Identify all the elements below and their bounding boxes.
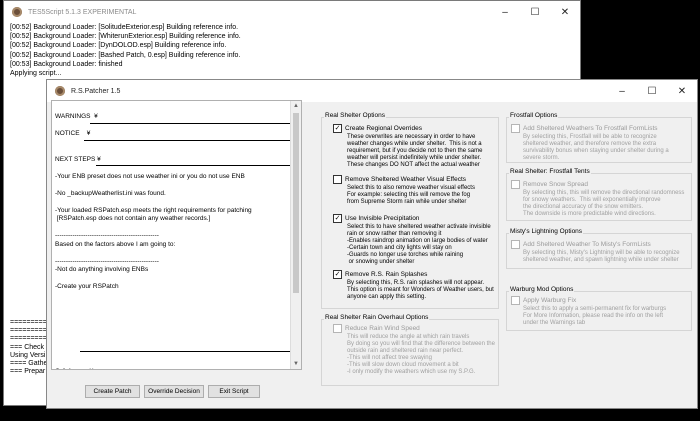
main-titlebar: R.S.Patcher 1.5 – ☐ ✕ [47,80,697,102]
log-line: [00:53] Background Loader: finished [10,60,123,68]
invisible-precipitation-checkbox[interactable]: ✓ Use Invisible Precipitation [333,214,419,223]
group-title: Warburg Mod Options [509,286,575,293]
minimize-icon[interactable]: – [490,1,520,23]
create-patch-button[interactable]: Create Patch [85,385,140,398]
close-icon[interactable]: ✕ [667,80,697,102]
scroll-down-icon[interactable]: ▼ [291,359,301,369]
option-description: Select this to apply a semi-permanent fi… [523,306,667,327]
option-description: By selecting this, Frostfall will be abl… [523,134,669,162]
app-icon [55,86,65,96]
remove-visual-effects-checkbox[interactable]: Remove Sheltered Weather Visual Effects [333,175,466,184]
option-description: Select this to also remove weather visua… [347,185,475,206]
log-bottom-lines: ========= ========= ========= === Check … [10,319,50,376]
log-line: [00:52] Background Loader: [Bashed Patch… [10,51,241,59]
maximize-icon[interactable]: ☐ [520,1,550,23]
option-description: By selecting this, Misty's Lightning wil… [523,250,680,264]
checkbox-icon[interactable] [333,175,342,184]
rs-patcher-window: R.S.Patcher 1.5 – ☐ ✕ WARNINGS ¥ NOTICE … [46,79,698,409]
exit-script-button[interactable]: Exit Script [208,385,260,398]
maximize-icon[interactable]: ☐ [637,80,667,102]
close-icon[interactable]: ✕ [550,1,580,23]
checkbox-checked-icon[interactable]: ✓ [333,214,342,223]
scrollbar-thumb[interactable] [293,113,299,293]
app-icon [12,7,22,17]
checkbox-icon[interactable] [511,240,520,249]
checkbox-icon[interactable] [511,296,520,305]
log-line: ========= [10,327,47,335]
checkbox-icon[interactable] [333,324,342,333]
group-title: Real Shelter Rain Overhaul Options [324,314,430,321]
group-title: Real Shelter Options [324,112,386,119]
log-line: ==== Gather [10,360,50,368]
checkbox-icon[interactable] [511,124,520,133]
reduce-rain-wind-speed-checkbox[interactable]: Reduce Rain Wind Speed [333,324,420,333]
checkbox-icon[interactable] [511,180,520,189]
checkbox-checked-icon[interactable]: ✓ [333,270,342,279]
log-line: Using Versi [10,351,46,359]
log-line: [00:52] Background Loader: [DynDOLOD.esp… [10,42,227,50]
vertical-scrollbar[interactable]: ▲ ▼ [290,101,301,369]
log-line: Applying script... [10,70,62,78]
group-title: Real Shelter: Frostfall Tents [509,168,591,175]
log-line: ========= [10,335,47,343]
frostfall-formlists-checkbox[interactable]: Add Sheltered Weathers To Frostfall Form… [511,124,658,133]
back-titlebar: TES5Script 5.1.3 EXPERIMENTAL – ☐ ✕ [4,1,580,23]
option-description: By selecting this, this will remove the … [523,190,685,218]
override-decision-button[interactable]: Override Decision [144,385,204,398]
option-description: Select this to have sheltered weather ac… [347,224,491,266]
option-description: These overwrites are necessary in order … [347,134,483,169]
checkbox-checked-icon[interactable]: ✓ [333,124,342,133]
remove-snow-spread-checkbox[interactable]: Remove Snow Spread [511,180,588,189]
create-regional-overrides-checkbox[interactable]: ✓ Create Regional Overrides [333,124,422,133]
minimize-icon[interactable]: – [607,80,637,102]
option-description: This will reduce the angle at which rain… [347,334,495,376]
scroll-up-icon[interactable]: ▲ [291,101,301,111]
remove-rain-splashes-checkbox[interactable]: ✓ Remove R.S. Rain Splashes [333,270,427,279]
info-text-area[interactable]: WARNINGS ¥ NOTICE ¥ NEXT STEPS ¥ -Your E… [51,100,302,370]
group-title: Frostfall Options [509,112,559,119]
log-line: === Check [10,343,45,351]
back-window-title: TES5Script 5.1.3 EXPERIMENTAL [28,8,137,16]
main-window-title: R.S.Patcher 1.5 [71,87,121,95]
group-title: Misty's Lightning Options [509,228,584,235]
info-text: WARNINGS ¥ NOTICE ¥ NEXT STEPS ¥ -Your E… [55,113,252,369]
apply-warburg-fix-checkbox[interactable]: Apply Warburg Fix [511,296,576,305]
log-line: ========= [10,319,47,326]
log-line: === Prepar [10,368,46,376]
mistys-formlists-checkbox[interactable]: Add Sheltered Weather To Misty's FormLis… [511,240,651,249]
log-line: [00:52] Background Loader: [SolitudeExte… [10,24,239,31]
log-line: [00:52] Background Loader: [WhiterunExte… [10,33,241,41]
option-description: By selecting this, R.S. rain splashes wi… [347,280,494,301]
